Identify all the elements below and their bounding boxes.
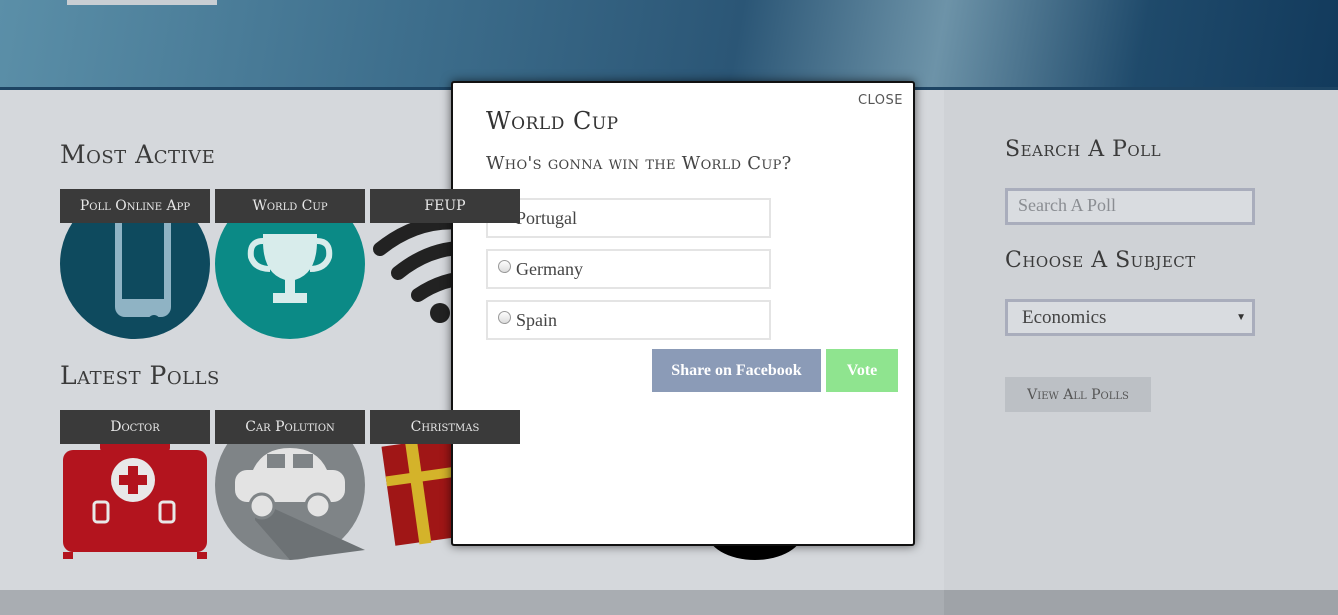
poll-tile-label: Doctor [60,410,210,444]
poll-tile-label: Car Polution [215,410,365,444]
sidebar [944,90,1338,590]
radio-button[interactable] [498,260,511,273]
poll-tile-doctor[interactable]: Doctor [60,410,210,560]
poll-question: Who's gonna win the World Cup? [486,153,792,174]
header-banner [0,0,1338,90]
footer-sidebar [944,590,1338,615]
share-facebook-button[interactable]: Share on Facebook [652,349,821,392]
option-portugal[interactable]: Portugal [486,198,771,238]
option-label: Portugal [516,207,577,228]
option-germany[interactable]: Germany [486,249,771,289]
poll-tile-poll-online-app[interactable]: Poll Online App [60,189,210,339]
poll-tile-world-cup[interactable]: World Cup [215,189,365,339]
modal-title: World Cup [486,107,619,135]
poll-tile-label: World Cup [215,189,365,223]
latest-polls-heading: Latest Polls [60,361,220,390]
option-label: Germany [516,258,583,279]
choose-subject-heading: Choose A Subject [1005,248,1196,273]
subject-select[interactable]: Economics ▼ [1005,299,1255,336]
vote-button[interactable]: Vote [826,349,898,392]
poll-tile-label: FEUP [370,189,520,223]
close-button[interactable]: CLOSE [858,93,903,108]
poll-tile-car-polution[interactable]: Car Polution [215,410,365,560]
radio-button[interactable] [498,311,511,324]
view-all-polls-button[interactable]: View All Polls [1005,377,1151,412]
option-label: Spain [516,309,558,330]
search-input[interactable]: Search A Poll [1005,188,1255,225]
search-poll-heading: Search A Poll [1005,137,1162,162]
poll-tile-label: Christmas [370,410,520,444]
header-menu-button[interactable] [67,0,217,5]
poll-modal: CLOSE World Cup Who's gonna win the Worl… [451,81,915,546]
subject-select-value: Economics [1022,307,1107,328]
poll-tile-label: Poll Online App [60,189,210,223]
chevron-down-icon: ▼ [1236,312,1246,323]
option-spain[interactable]: Spain [486,300,771,340]
most-active-heading: Most Active [60,140,216,169]
